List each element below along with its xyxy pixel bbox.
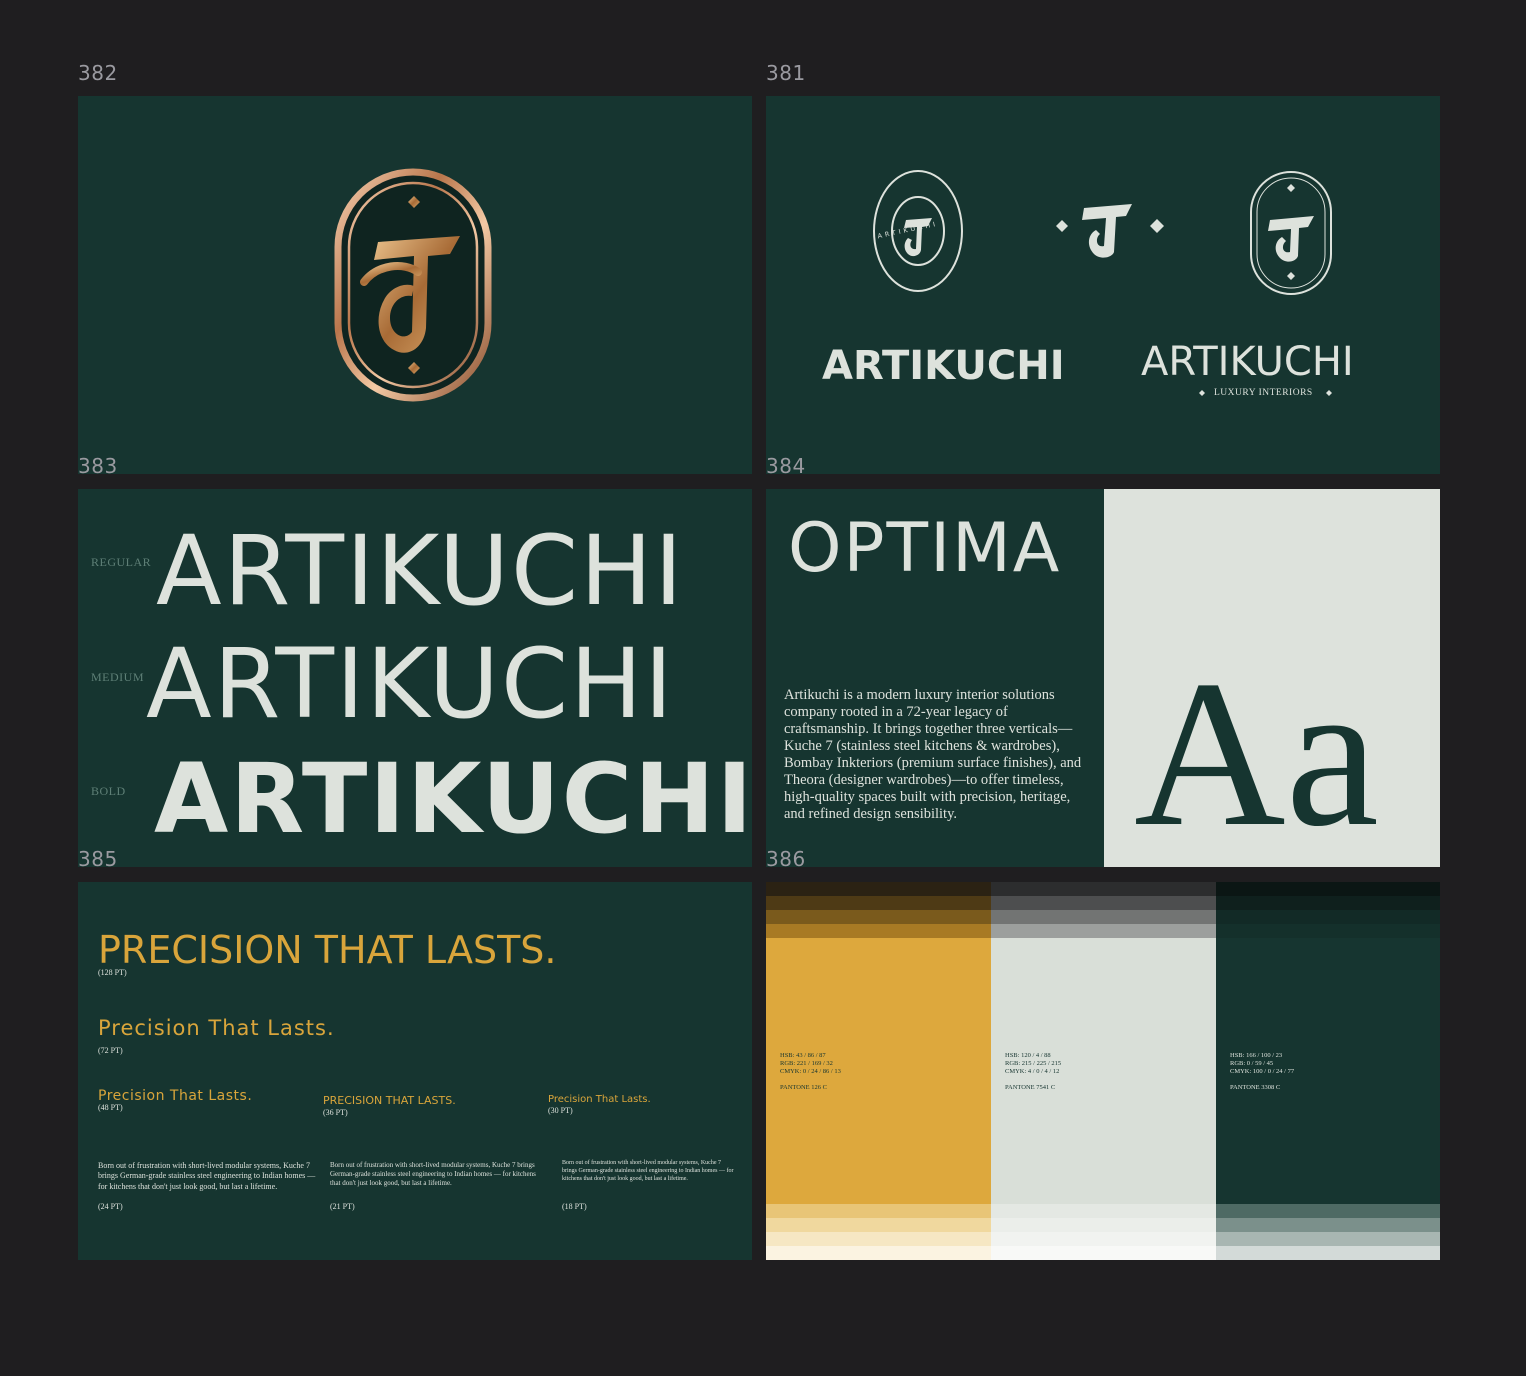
logo-marks-icon xyxy=(873,170,1332,396)
size-48-label: (48 PT) xyxy=(98,1103,123,1112)
spec-hsb: HSB: 166 / 100 / 23 xyxy=(1230,1052,1283,1059)
frame-number-382: 382 xyxy=(78,61,118,85)
tint-band xyxy=(766,1232,991,1246)
tint-band xyxy=(991,896,1216,910)
heading-128: PRECISION THAT LASTS. xyxy=(98,928,557,972)
spec-gap xyxy=(780,1076,841,1084)
body-21: Born out of frustration with short-lived… xyxy=(330,1161,536,1188)
wordmark-light: ARTIKUCHI xyxy=(1141,339,1354,385)
tint-band xyxy=(991,1232,1216,1246)
colour-specs: HSB: 43 / 86 / 87 RGB: 221 / 169 / 32 CMYK… xyxy=(780,1052,841,1092)
swatch-2[interactable]: HSB: 166 / 100 / 23 RGB: 0 / 59 / 45 CMYK:… xyxy=(1216,882,1440,1260)
size-30-label: (30 PT) xyxy=(548,1106,573,1115)
tint-band xyxy=(766,1204,991,1218)
spec-pantone: PANTONE 126 C xyxy=(780,1084,827,1091)
bronze-emblem-icon xyxy=(334,168,492,402)
size-21-label: (21 PT) xyxy=(330,1202,355,1211)
tint-band xyxy=(766,882,991,896)
tint-band xyxy=(991,910,1216,924)
spec-cmyk: CMYK: 100 / 0 / 24 / 77 xyxy=(1230,1068,1295,1075)
tint-band xyxy=(1216,1218,1440,1232)
spec-pantone: PANTONE 3308 C xyxy=(1230,1084,1281,1091)
size-72-label: (72 PT) xyxy=(98,1046,123,1055)
frame-number-383: 383 xyxy=(78,454,118,478)
specimen-glyphs: Aa xyxy=(1134,638,1379,867)
colour-specs: HSB: 120 / 4 / 88 RGB: 215 / 225 / 215 CMY… xyxy=(1005,1052,1061,1092)
spec-pantone: PANTONE 7541 C xyxy=(1005,1084,1056,1091)
size-36-label: (36 PT) xyxy=(323,1108,348,1117)
weight-word-medium: ARTIKUCHI xyxy=(146,628,675,740)
colour-specs: HSB: 166 / 100 / 23 RGB: 0 / 59 / 45 CMYK:… xyxy=(1230,1052,1294,1092)
size-24-label: (24 PT) xyxy=(98,1202,123,1211)
heading-72: Precision That Lasts. xyxy=(98,1016,335,1040)
tint-band xyxy=(1216,882,1440,896)
specimen-panel: Aa xyxy=(1104,489,1440,867)
tint-band xyxy=(991,1204,1216,1218)
tint-band xyxy=(766,910,991,924)
swatch-1[interactable]: HSB: 120 / 4 / 88 RGB: 215 / 225 / 215 CMY… xyxy=(991,882,1216,1260)
frame-number-381: 381 xyxy=(766,61,806,85)
spec-rgb: RGB: 215 / 225 / 215 xyxy=(1005,1060,1062,1067)
tint-band xyxy=(1216,1246,1440,1260)
spec-cmyk: CMYK: 0 / 24 / 86 / 13 xyxy=(780,1068,841,1075)
tint-band xyxy=(991,882,1216,896)
tagline: LUXURY INTERIORS xyxy=(1214,388,1313,398)
typeface-name: OPTIMA xyxy=(788,509,1062,588)
tint-band xyxy=(991,1218,1216,1232)
tint-band xyxy=(766,1218,991,1232)
spec-rgb: RGB: 0 / 59 / 45 xyxy=(1230,1060,1274,1067)
weight-label-medium: MEDIUM xyxy=(91,670,144,684)
slide-logo-variants[interactable]: ARTIKUCHI ARTIKUCHI ARTIKUCHI LUXURY INT… xyxy=(766,96,1440,474)
spec-hsb: HSB: 120 / 4 / 88 xyxy=(1005,1052,1051,1059)
slide-emblem[interactable] xyxy=(78,96,752,474)
heading-36: PRECISION THAT LASTS. xyxy=(323,1094,456,1107)
slide-type-weights[interactable]: REGULAR ARTIKUCHI MEDIUM ARTIKUCHI BOLD … xyxy=(78,489,752,867)
tint-band xyxy=(1216,896,1440,910)
frame-number-384: 384 xyxy=(766,454,806,478)
slide-colour-palette[interactable]: HSB: 43 / 86 / 87 RGB: 221 / 169 / 32 CMYK… xyxy=(766,882,1440,1260)
body-18: Born out of frustration with short-lived… xyxy=(562,1160,734,1182)
slide-type-hierarchy[interactable]: PRECISION THAT LASTS. (128 PT) Precision… xyxy=(78,882,752,1260)
size-128-label: (128 PT) xyxy=(98,968,127,977)
spec-gap xyxy=(1005,1076,1061,1084)
spec-rgb: RGB: 221 / 169 / 32 xyxy=(780,1060,833,1067)
typeface-description: Artikuchi is a modern luxury interior so… xyxy=(784,687,1082,822)
weight-word-bold: ARTIKUCHI xyxy=(154,743,752,855)
tint-band xyxy=(1216,910,1440,924)
heading-48: Precision That Lasts. xyxy=(98,1088,253,1104)
weight-label-bold: BOLD xyxy=(91,784,126,798)
frame-number-386: 386 xyxy=(766,847,806,871)
swatch-0[interactable]: HSB: 43 / 86 / 87 RGB: 221 / 169 / 32 CMYK… xyxy=(766,882,991,1260)
heading-30: Precision That Lasts. xyxy=(548,1094,651,1105)
slide-typeface[interactable]: OPTIMA Artikuchi is a modern luxury inte… xyxy=(766,489,1440,867)
spec-hsb: HSB: 43 / 86 / 87 xyxy=(780,1052,826,1059)
tint-band xyxy=(766,1246,991,1260)
spec-cmyk: CMYK: 4 / 0 / 4 / 12 xyxy=(1005,1068,1060,1075)
spec-gap xyxy=(1230,1076,1294,1084)
tint-band xyxy=(1216,1204,1440,1218)
wordmark-bold: ARTIKUCHI xyxy=(822,343,1065,389)
tint-band xyxy=(766,896,991,910)
tint-band xyxy=(766,924,991,938)
weight-word-regular: ARTIKUCHI xyxy=(156,515,685,627)
size-18-label: (18 PT) xyxy=(562,1202,587,1211)
tint-band xyxy=(1216,1232,1440,1246)
tint-band xyxy=(1216,924,1440,938)
frame-number-385: 385 xyxy=(78,847,118,871)
weight-label-regular: REGULAR xyxy=(91,555,152,569)
tint-band xyxy=(991,924,1216,938)
tint-band xyxy=(991,1246,1216,1260)
body-24: Born out of frustration with short-lived… xyxy=(98,1161,316,1191)
